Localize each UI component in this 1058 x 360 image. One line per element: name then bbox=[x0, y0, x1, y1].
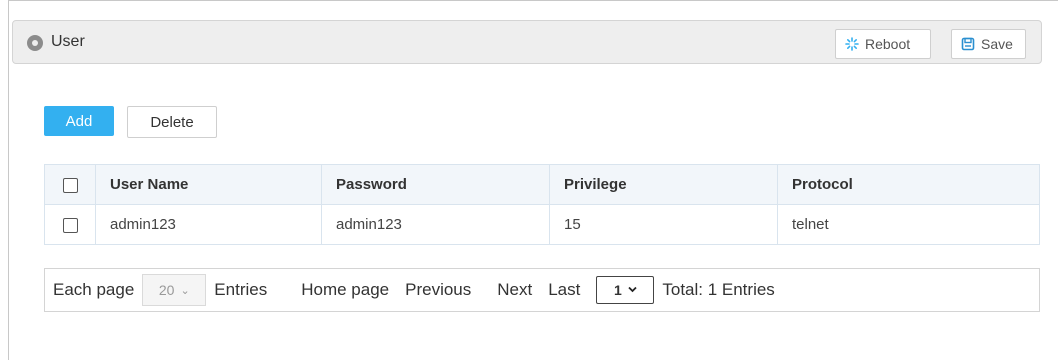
each-page-label: Each page bbox=[53, 280, 135, 299]
table-row[interactable]: admin123 admin123 15 telnet bbox=[44, 204, 1040, 245]
row-checkbox[interactable] bbox=[62, 217, 78, 233]
column-header-user-name[interactable]: User Name bbox=[95, 164, 322, 205]
chevron-down-icon: ⌄ bbox=[180, 284, 190, 297]
reboot-button[interactable]: Reboot bbox=[835, 29, 931, 59]
total-entries-label: Total: 1 Entries bbox=[662, 280, 775, 299]
entries-label: Entries bbox=[214, 280, 268, 299]
reboot-label: Reboot bbox=[865, 36, 911, 52]
user-table: User Name Password Privilege Protocol ad… bbox=[44, 164, 1040, 245]
next-link[interactable]: Next bbox=[497, 280, 532, 300]
previous-link[interactable]: Previous bbox=[405, 280, 471, 300]
delete-button[interactable]: Delete bbox=[127, 106, 217, 138]
cell-privilege: 15 bbox=[549, 204, 778, 245]
home-page-link[interactable]: Home page bbox=[301, 280, 389, 300]
cell-password: admin123 bbox=[321, 204, 550, 245]
chevron-down-icon bbox=[628, 284, 637, 296]
page-number-value: 1 bbox=[613, 282, 622, 298]
reboot-icon bbox=[845, 37, 859, 51]
cell-protocol: telnet bbox=[777, 204, 1040, 245]
select-all-cell bbox=[44, 164, 96, 205]
page-size-select: 20 ⌄ bbox=[142, 274, 207, 306]
page-title: User bbox=[51, 33, 85, 50]
column-header-privilege[interactable]: Privilege bbox=[549, 164, 778, 205]
table-header-row: User Name Password Privilege Protocol bbox=[44, 164, 1040, 205]
cell-user-name: admin123 bbox=[95, 204, 322, 245]
last-link[interactable]: Last bbox=[548, 280, 580, 300]
column-header-protocol[interactable]: Protocol bbox=[777, 164, 1040, 205]
save-icon bbox=[961, 37, 975, 51]
column-header-password[interactable]: Password bbox=[321, 164, 550, 205]
row-select-cell bbox=[44, 204, 96, 245]
save-label: Save bbox=[981, 36, 1013, 52]
add-button[interactable]: Add bbox=[44, 106, 114, 136]
select-all-checkbox[interactable] bbox=[62, 177, 78, 193]
page-size-value: 20 bbox=[158, 282, 175, 298]
pagination-bar: Each page 20 ⌄ Entries Home page Previou… bbox=[44, 268, 1040, 312]
page-header: User Reboot Save bbox=[12, 20, 1042, 64]
save-button[interactable]: Save bbox=[951, 29, 1026, 59]
location-pin-icon bbox=[27, 35, 43, 51]
page-number-select[interactable]: 1 bbox=[596, 276, 655, 304]
